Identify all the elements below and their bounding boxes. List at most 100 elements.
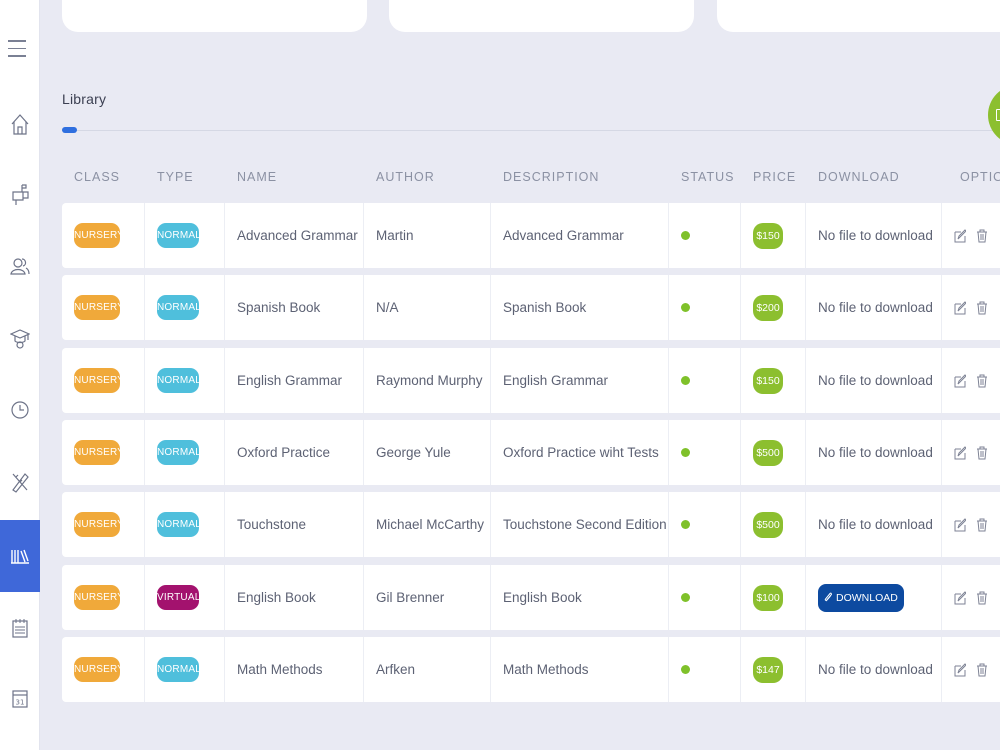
delete-icon[interactable] bbox=[976, 301, 988, 315]
cell-type: NORMAL bbox=[145, 348, 225, 413]
column-header-author[interactable]: AUTHOR bbox=[376, 170, 435, 184]
author-text: Michael McCarthy bbox=[376, 517, 485, 532]
menu-icon[interactable] bbox=[8, 40, 26, 63]
edit-icon[interactable] bbox=[954, 590, 966, 605]
table-row[interactable]: NURSERY NORMAL Oxford Practice George Yule O… bbox=[62, 420, 1000, 485]
price-badge: $500 bbox=[753, 439, 783, 466]
column-header-status[interactable]: STATUS bbox=[681, 170, 734, 184]
sidebar-item-tools[interactable] bbox=[0, 446, 40, 518]
cell-download: No file to download bbox=[806, 637, 942, 702]
author-text: Arfken bbox=[376, 662, 416, 677]
cell-type: NORMAL bbox=[145, 492, 225, 557]
name-text: English Book bbox=[237, 590, 316, 605]
column-header-price[interactable]: PRICE bbox=[753, 170, 796, 184]
cell-download: DOWNLOAD bbox=[806, 565, 942, 630]
table-row[interactable]: NURSERY NORMAL English Grammar Raymond Murp… bbox=[62, 348, 1000, 413]
cell-price: $100 bbox=[741, 565, 806, 630]
cell-download: No file to download bbox=[806, 348, 942, 413]
author-text: Gil Brenner bbox=[376, 590, 445, 605]
cell-description: Touchstone Second Edition bbox=[491, 492, 669, 557]
cell-name: English Book bbox=[225, 565, 364, 630]
column-header-download[interactable]: DOWNLOAD bbox=[818, 170, 900, 184]
cell-author: Michael McCarthy bbox=[364, 492, 491, 557]
cell-options bbox=[942, 420, 1000, 485]
library-icon bbox=[11, 549, 29, 564]
column-header-options[interactable]: OPTIONS bbox=[960, 170, 1000, 184]
column-header-name[interactable]: NAME bbox=[237, 170, 277, 184]
add-icon bbox=[996, 109, 1000, 121]
delete-icon[interactable] bbox=[976, 446, 988, 460]
status-indicator bbox=[681, 593, 690, 602]
status-indicator bbox=[681, 520, 690, 529]
cell-class: NURSERY bbox=[62, 565, 145, 630]
download-label: DOWNLOAD bbox=[836, 591, 898, 604]
description-text: Math Methods bbox=[503, 662, 589, 677]
cell-author: Raymond Murphy bbox=[364, 348, 491, 413]
price-badge: $500 bbox=[753, 511, 783, 538]
cell-download: No file to download bbox=[806, 420, 942, 485]
paperclip-icon bbox=[824, 592, 832, 602]
tab-indicator bbox=[62, 127, 77, 133]
column-header-class[interactable]: CLASS bbox=[74, 170, 120, 184]
cell-description: Advanced Grammar bbox=[491, 203, 669, 268]
clock-icon bbox=[11, 401, 29, 419]
delete-icon[interactable] bbox=[976, 663, 988, 677]
table-row[interactable]: NURSERY VIRTUAL English Book Gil Brenner Eng… bbox=[62, 565, 1000, 630]
cell-name: English Grammar bbox=[225, 348, 364, 413]
cell-download: No file to download bbox=[806, 275, 942, 340]
edit-icon[interactable] bbox=[954, 300, 966, 315]
sidebar-item-students[interactable] bbox=[0, 302, 40, 374]
sidebar-item-mail[interactable] bbox=[0, 158, 40, 230]
cell-author: George Yule bbox=[364, 420, 491, 485]
delete-icon[interactable] bbox=[976, 591, 988, 605]
cell-author: Martin bbox=[364, 203, 491, 268]
cell-options bbox=[942, 492, 1000, 557]
description-text: Advanced Grammar bbox=[503, 228, 624, 243]
column-header-type[interactable]: TYPE bbox=[157, 170, 194, 184]
cell-options bbox=[942, 203, 1000, 268]
sidebar-item-planner[interactable] bbox=[0, 592, 40, 664]
cell-class: NURSERY bbox=[62, 275, 145, 340]
sidebar-item-library[interactable] bbox=[0, 520, 40, 592]
table-row[interactable]: NURSERY NORMAL Spanish Book N/A Spanish Book… bbox=[62, 275, 1000, 340]
edit-icon[interactable] bbox=[954, 373, 966, 388]
cell-options bbox=[942, 275, 1000, 340]
edit-icon[interactable] bbox=[954, 228, 966, 243]
cell-status bbox=[669, 275, 741, 340]
delete-icon[interactable] bbox=[976, 518, 988, 532]
name-text: Spanish Book bbox=[237, 300, 321, 315]
sidebar-item-attendance[interactable] bbox=[0, 374, 40, 446]
delete-icon[interactable] bbox=[976, 229, 988, 243]
download-text: No file to download bbox=[818, 228, 933, 243]
class-badge: NURSERY bbox=[74, 585, 124, 610]
svg-text:31: 31 bbox=[16, 699, 25, 707]
price-badge: $150 bbox=[753, 367, 783, 394]
download-button[interactable]: DOWNLOAD bbox=[818, 583, 904, 612]
cell-status bbox=[669, 492, 741, 557]
type-badge: NORMAL bbox=[157, 440, 201, 465]
cell-download: No file to download bbox=[806, 203, 942, 268]
table-row[interactable]: NURSERY NORMAL Touchstone Michael McCarthy T… bbox=[62, 492, 1000, 557]
sidebar-item-calendar[interactable]: 31 bbox=[0, 662, 40, 734]
table-row[interactable]: NURSERY NORMAL Math Methods Arfken Math Meth… bbox=[62, 637, 1000, 702]
cell-status bbox=[669, 420, 741, 485]
cell-type: NORMAL bbox=[145, 420, 225, 485]
edit-icon[interactable] bbox=[954, 662, 966, 677]
cell-status bbox=[669, 203, 741, 268]
description-text: Touchstone Second Edition bbox=[503, 517, 667, 532]
cell-options bbox=[942, 637, 1000, 702]
cell-type: NORMAL bbox=[145, 203, 225, 268]
price-badge: $147 bbox=[753, 656, 783, 683]
sidebar-item-users[interactable] bbox=[0, 230, 40, 302]
class-badge: NURSERY bbox=[74, 512, 124, 537]
status-indicator bbox=[681, 231, 690, 240]
sidebar-item-home[interactable] bbox=[0, 88, 40, 160]
author-text: Martin bbox=[376, 228, 414, 243]
download-text: No file to download bbox=[818, 517, 933, 532]
author-text: N/A bbox=[376, 300, 399, 315]
edit-icon[interactable] bbox=[954, 517, 966, 532]
column-header-description[interactable]: DESCRIPTION bbox=[503, 170, 599, 184]
table-row[interactable]: NURSERY NORMAL Advanced Grammar Martin Advan… bbox=[62, 203, 1000, 268]
delete-icon[interactable] bbox=[976, 374, 988, 388]
edit-icon[interactable] bbox=[954, 445, 966, 460]
